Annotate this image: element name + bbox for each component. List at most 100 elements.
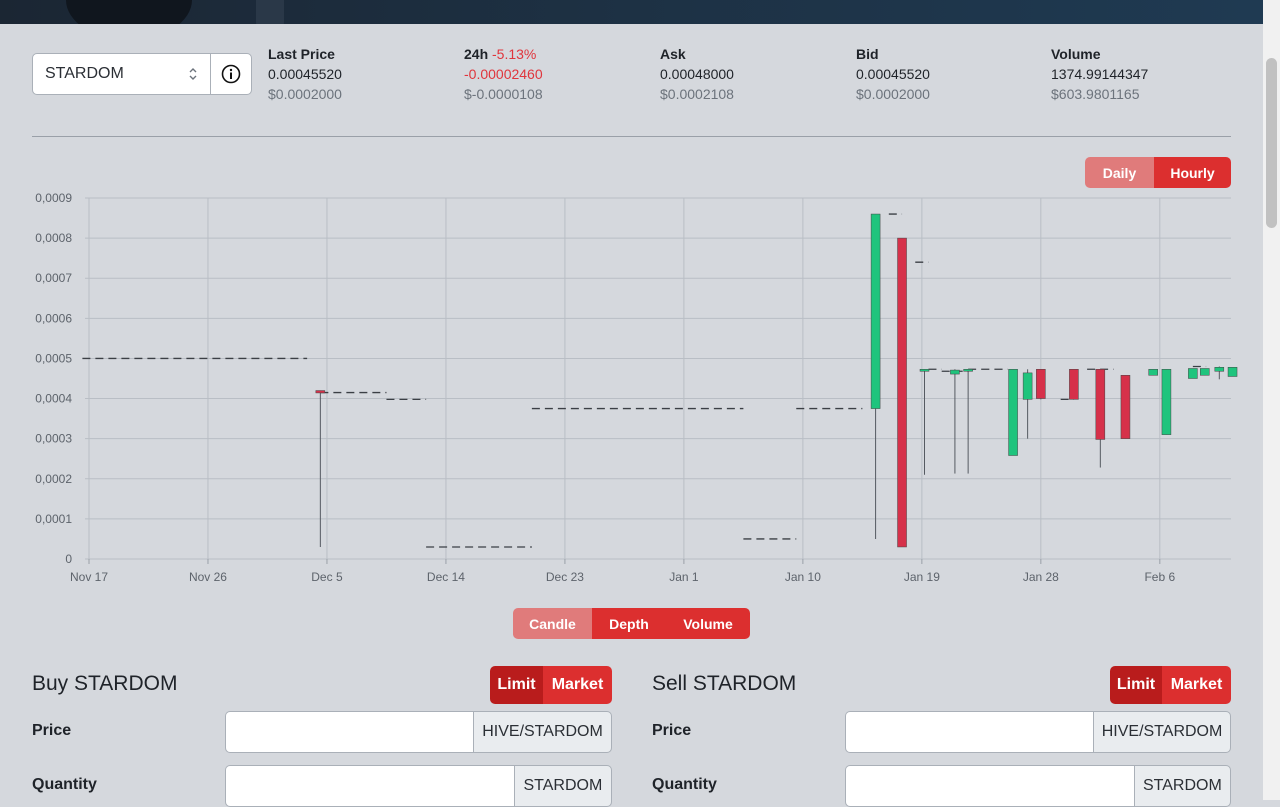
buy-price-group: HIVE/STARDOM <box>225 711 612 753</box>
x-tick-label: Dec 5 <box>311 570 343 584</box>
candle-body <box>1227 367 1238 377</box>
candle-body <box>1188 368 1198 379</box>
sell-market-button[interactable]: Market <box>1162 666 1231 704</box>
candle <box>1095 369 1106 468</box>
candle-body <box>315 390 326 394</box>
buy-order-type: Limit Market <box>490 666 612 704</box>
candlestick-chart[interactable]: 0 0,0001 0,0002 0,0003 0,0004 0,0005 0,0006 0,0… <box>0 185 1260 595</box>
y-tick-label: 0,0003 <box>35 432 72 446</box>
token-selector: STARDOM <box>32 53 252 95</box>
stat-24h-change: 24h -5.13% -0.00002460 $-0.0000108 <box>464 44 543 104</box>
candle-body <box>1022 372 1033 400</box>
tab-candle[interactable]: Candle <box>513 608 592 639</box>
candle-body <box>1161 369 1172 435</box>
divider <box>32 136 1231 137</box>
candle-body <box>1036 369 1046 399</box>
y-tick-label: 0,0007 <box>35 271 72 285</box>
candle <box>1227 367 1238 377</box>
chart-type-tabs: Candle Depth Volume <box>513 608 750 639</box>
y-tick-label: 0,0009 <box>35 191 72 205</box>
y-tick-label: 0,0006 <box>35 311 72 325</box>
x-tick-label: Nov 26 <box>189 570 227 584</box>
x-tick-label: Feb 6 <box>1144 570 1175 584</box>
tab-depth[interactable]: Depth <box>592 608 666 639</box>
candle <box>1036 369 1046 400</box>
candle-body <box>1148 369 1158 376</box>
candle-body <box>1095 369 1106 440</box>
sell-price-group: HIVE/STARDOM <box>845 711 1231 753</box>
candle-body <box>963 369 973 372</box>
buy-price-input[interactable] <box>225 711 474 753</box>
x-tick-label: Nov 17 <box>70 570 108 584</box>
x-tick-label: Jan 28 <box>1023 570 1059 584</box>
interval-toggle: Daily Hourly <box>1085 157 1231 188</box>
candle <box>1148 369 1158 376</box>
stat-label: Volume <box>1051 46 1101 62</box>
stat-usd-value: $0.0002000 <box>856 86 930 102</box>
candle <box>870 213 881 539</box>
buy-title: Buy STARDOM <box>32 672 178 695</box>
stat-label: 24h <box>464 46 489 62</box>
token-select[interactable]: STARDOM <box>33 54 211 94</box>
candle <box>919 369 930 475</box>
buy-market-button[interactable]: Market <box>543 666 612 704</box>
sell-quantity-input[interactable] <box>845 765 1134 807</box>
candle <box>1120 375 1131 439</box>
sell-limit-button[interactable]: Limit <box>1110 666 1162 704</box>
buy-limit-button[interactable]: Limit <box>490 666 543 704</box>
token-select-value: STARDOM <box>45 65 124 82</box>
candle-body <box>919 369 930 372</box>
buy-price-unit: HIVE/STARDOM <box>473 711 612 753</box>
sell-title: Sell STARDOM <box>652 672 797 695</box>
stat-label: Bid <box>856 46 879 62</box>
stat-value: -0.00002460 <box>464 66 543 82</box>
top-banner <box>0 0 1263 24</box>
hourly-button[interactable]: Hourly <box>1154 157 1231 188</box>
candle <box>1069 369 1079 400</box>
candle-body <box>1120 375 1131 439</box>
tab-volume[interactable]: Volume <box>666 608 750 639</box>
x-axis-labels: Nov 17 Nov 26 Dec 5 Dec 14 Dec 23 Jan 1 Jan 10… <box>70 570 1176 584</box>
banner-shape <box>66 0 192 24</box>
candle-body <box>950 369 960 375</box>
buy-quantity-unit: STARDOM <box>513 765 612 807</box>
y-axis-labels: 0 0,0001 0,0002 0,0003 0,0004 0,0005 0,0006 0,0… <box>35 191 72 566</box>
candle <box>1200 368 1210 376</box>
y-tick-label: 0,0001 <box>35 512 72 526</box>
scrollbar-thumb[interactable] <box>1266 58 1277 228</box>
candle <box>1008 369 1018 456</box>
stat-bid: Bid 0.00045520 $0.0002000 <box>856 44 930 104</box>
y-tick-label: 0,0004 <box>35 392 72 406</box>
info-circle-icon <box>221 64 241 84</box>
sell-price-label: Price <box>652 722 692 739</box>
candle <box>1188 368 1198 379</box>
sell-price-input[interactable] <box>845 711 1094 753</box>
chevron-updown-icon <box>189 68 197 80</box>
candle-body <box>1008 369 1018 456</box>
page-scrollbar[interactable] <box>1263 0 1280 800</box>
stat-usd-value: $0.0002000 <box>268 86 342 102</box>
token-info-button[interactable] <box>211 54 251 94</box>
candles <box>315 213 1238 548</box>
candle <box>1214 366 1225 380</box>
x-tick-label: Jan 19 <box>904 570 940 584</box>
y-tick-label: 0,0008 <box>35 231 72 245</box>
sell-quantity-label: Quantity <box>652 776 717 793</box>
candle-body <box>897 237 907 548</box>
stat-usd-value: $-0.0000108 <box>464 86 543 102</box>
stat-ask: Ask 0.00048000 $0.0002108 <box>660 44 734 104</box>
daily-button[interactable]: Daily <box>1085 157 1154 188</box>
candle <box>897 237 907 548</box>
buy-quantity-label: Quantity <box>32 776 97 793</box>
stat-last-price: Last Price 0.00045520 $0.0002000 <box>268 44 342 104</box>
change-percent: -5.13% <box>492 46 537 62</box>
candle-body <box>1200 368 1210 376</box>
stat-value: 0.00045520 <box>268 66 342 82</box>
buy-quantity-input[interactable] <box>225 765 514 807</box>
stat-value: 1374.99144347 <box>1051 66 1149 82</box>
stat-volume: Volume 1374.99144347 $603.9801165 <box>1051 44 1148 104</box>
stat-usd-value: $603.9801165 <box>1051 86 1140 102</box>
sell-order-type: Limit Market <box>1110 666 1231 704</box>
x-tick-label: Jan 10 <box>785 570 821 584</box>
y-tick-label: 0 <box>65 552 72 566</box>
